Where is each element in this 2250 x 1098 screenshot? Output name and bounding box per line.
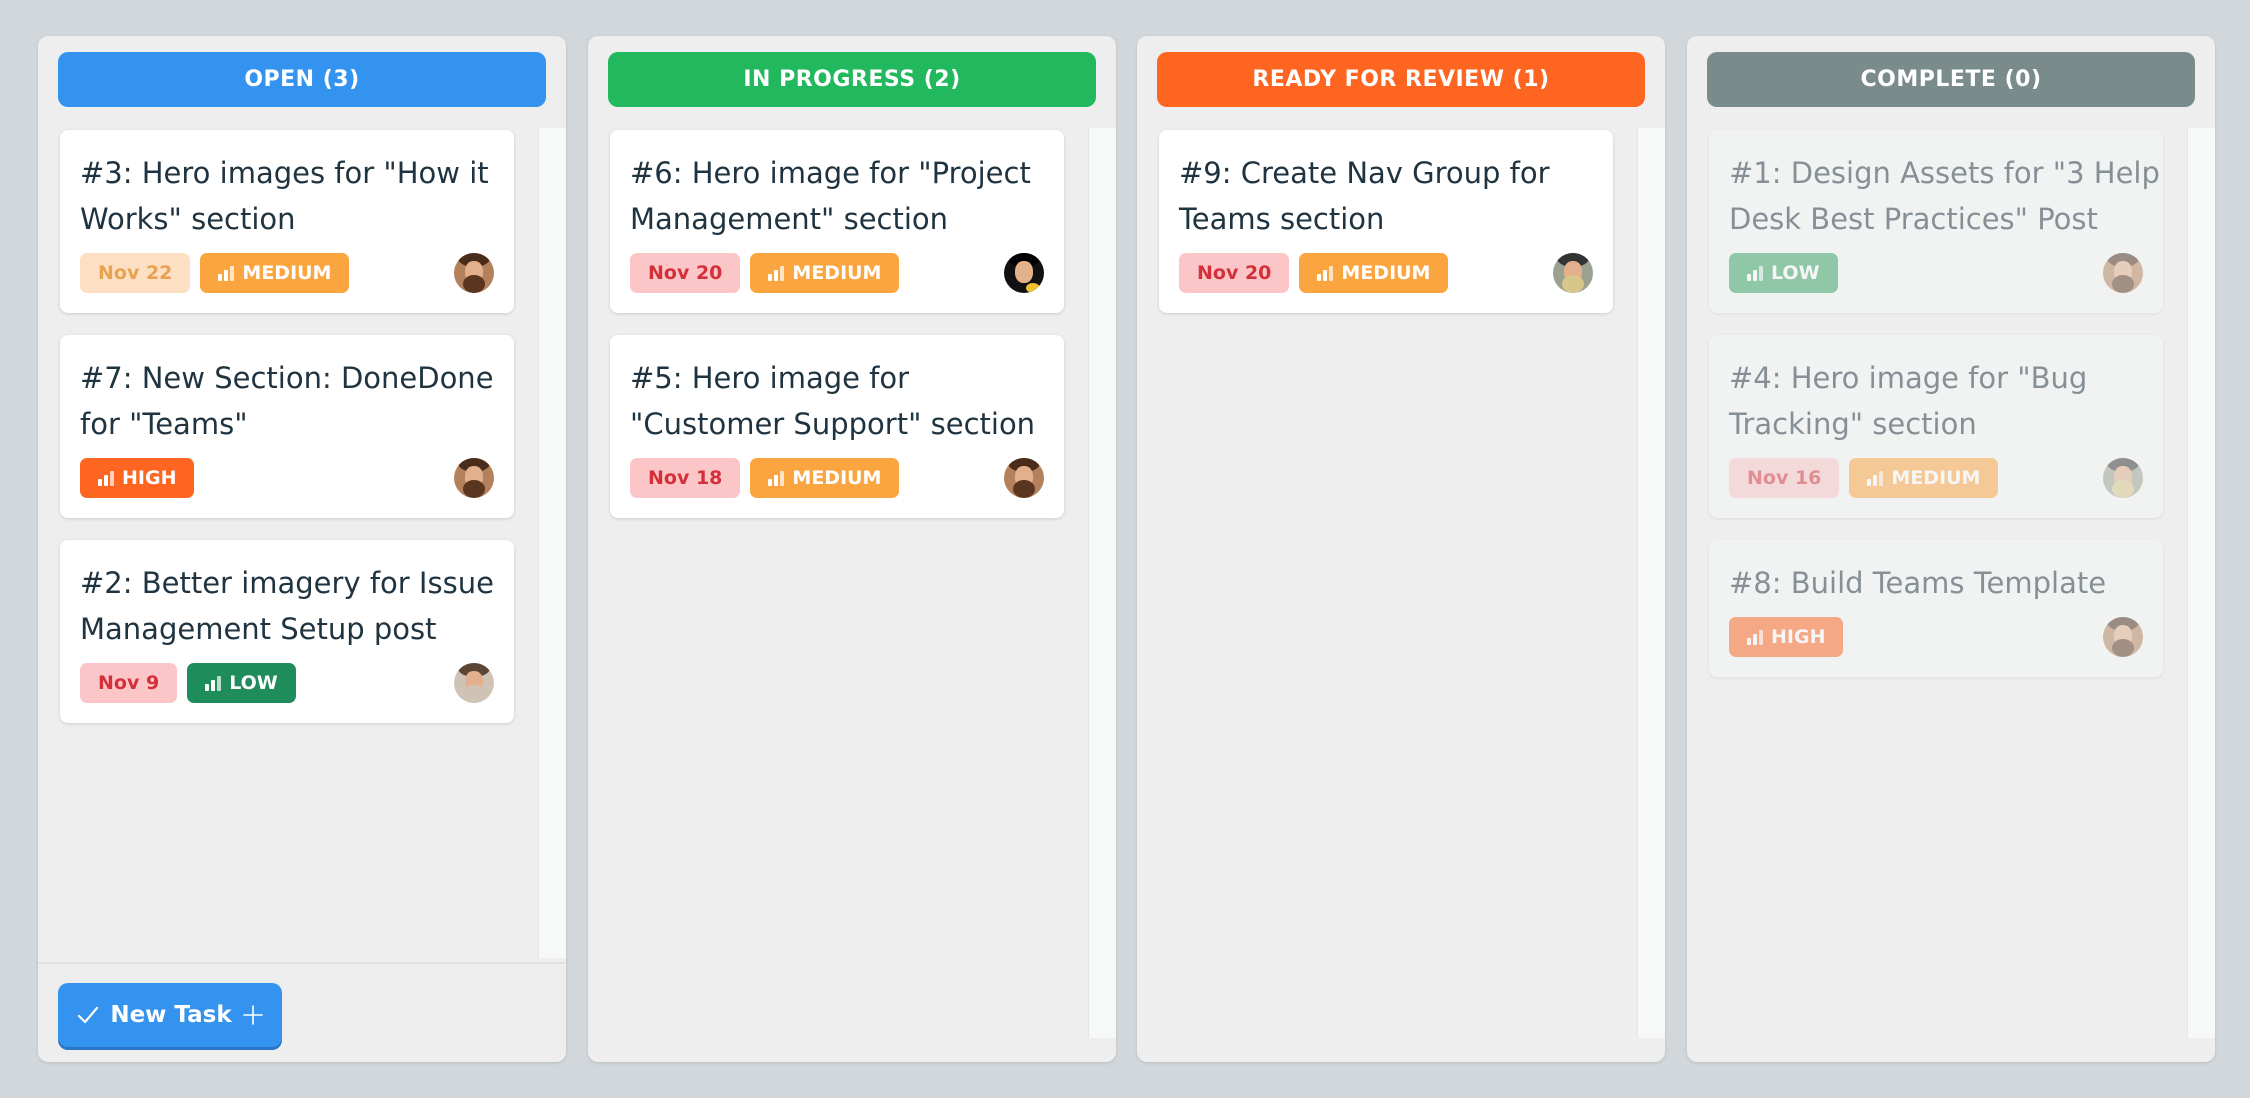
assignee-avatar[interactable] [2103, 617, 2143, 657]
column-in-progress: IN PROGRESS (2) #6: Hero image for "Proj… [588, 36, 1116, 1062]
priority-badge[interactable]: MEDIUM [750, 253, 900, 293]
card-meta: Nov 20 MEDIUM [630, 253, 1044, 293]
card-title: #8: Build Teams Template [1729, 566, 2107, 600]
column-header-in-progress[interactable]: IN PROGRESS (2) [608, 52, 1096, 107]
signal-bars-icon [205, 675, 222, 691]
signal-bars-icon [768, 470, 785, 486]
plus-icon [242, 1005, 263, 1025]
column-scrollbar[interactable] [1088, 128, 1116, 1038]
card-meta: Nov 18 MEDIUM [630, 458, 1044, 498]
priority-badge[interactable]: HIGH [80, 458, 195, 498]
priority-label: MEDIUM [1341, 262, 1431, 284]
priority-label: MEDIUM [242, 262, 332, 284]
task-card-9[interactable]: #9: Create Nav Group for Teams section N… [1159, 130, 1613, 313]
column-open: OPEN (3) #3: Hero images for "How it Wor… [38, 36, 566, 1062]
new-task-label: New Task [110, 1002, 232, 1028]
checkmark-icon [78, 1006, 99, 1024]
due-date-badge: Nov 20 [1179, 253, 1290, 293]
priority-badge[interactable]: MEDIUM [1849, 458, 1999, 498]
task-card-8[interactable]: #8: Build Teams Template HIGH [1709, 540, 2163, 677]
column-header-complete[interactable]: COMPLETE (0) [1707, 52, 2195, 107]
card-title: #3: Hero images for "How it [80, 156, 489, 190]
signal-bars-icon [1317, 265, 1334, 281]
due-date-badge: Nov 16 [1729, 458, 1840, 498]
signal-bars-icon [1867, 470, 1884, 486]
column-complete: COMPLETE (0) #1: Design Assets for "3 He… [1687, 36, 2215, 1062]
task-card-2[interactable]: #2: Better imagery for Issue Management … [60, 540, 514, 723]
column-ready-for-review: READY FOR REVIEW (1) #9: Create Nav Grou… [1137, 36, 1665, 1062]
task-card-3[interactable]: #3: Hero images for "How it Works" secti… [60, 130, 514, 313]
due-date-badge: Nov 20 [630, 253, 741, 293]
task-card-7[interactable]: #7: New Section: DoneDone for "Teams" HI… [60, 335, 514, 518]
priority-badge[interactable]: LOW [187, 663, 296, 703]
card-title: #2: Better imagery for Issue [80, 566, 494, 600]
assignee-avatar[interactable] [2103, 253, 2143, 293]
card-meta: Nov 9 LOW [80, 663, 494, 703]
card-title: "Customer Support" section [630, 407, 1036, 441]
signal-bars-icon [768, 265, 785, 281]
new-task-button[interactable]: New Task [58, 983, 282, 1047]
assignee-avatar[interactable] [1553, 253, 1593, 293]
card-title: Management Setup post [80, 612, 437, 646]
priority-badge[interactable]: HIGH [1729, 617, 1844, 657]
priority-label: HIGH [1771, 626, 1826, 648]
card-title: for "Teams" [80, 407, 248, 441]
card-meta: Nov 20 MEDIUM [1179, 253, 1593, 293]
column-scrollbar[interactable] [1637, 128, 1665, 1038]
priority-label: MEDIUM [792, 467, 882, 489]
task-card-1[interactable]: #1: Design Assets for "3 Help Desk Best … [1709, 130, 2163, 313]
card-meta: HIGH [80, 458, 494, 498]
priority-label: MEDIUM [1891, 467, 1981, 489]
card-title: Management" section [630, 202, 949, 236]
card-title: #5: Hero image for [630, 361, 910, 395]
card-title: #4: Hero image for "Bug [1729, 361, 2088, 395]
column-header-ready-for-review[interactable]: READY FOR REVIEW (1) [1157, 52, 1645, 107]
due-date-badge: Nov 22 [80, 253, 191, 293]
signal-bars-icon [1747, 629, 1763, 645]
priority-label: LOW [1771, 262, 1820, 284]
due-date-badge: Nov 9 [80, 663, 178, 703]
card-meta: LOW [1729, 253, 2143, 293]
card-title: #1: Design Assets for "3 Help [1729, 156, 2160, 190]
signal-bars-icon [98, 470, 114, 486]
card-title: Works" section [80, 202, 296, 236]
kanban-board: OPEN (3) #3: Hero images for "How it Wor… [0, 0, 2250, 1098]
signal-bars-icon [218, 265, 235, 281]
priority-badge[interactable]: MEDIUM [750, 458, 900, 498]
card-title: Teams section [1179, 202, 1385, 236]
task-card-4[interactable]: #4: Hero image for "Bug Tracking" sectio… [1709, 335, 2163, 518]
priority-badge[interactable]: MEDIUM [1299, 253, 1449, 293]
task-card-5[interactable]: #5: Hero image for "Customer Support" se… [610, 335, 1064, 518]
card-meta: Nov 22 MEDIUM [80, 253, 494, 293]
signal-bars-icon [1747, 265, 1763, 281]
column-scrollbar[interactable] [2187, 128, 2215, 1038]
column-scrollbar[interactable] [538, 128, 566, 958]
assignee-avatar[interactable] [454, 458, 494, 498]
priority-label: HIGH [122, 467, 177, 489]
card-meta: Nov 16 MEDIUM [1729, 458, 2143, 498]
card-meta: HIGH [1729, 617, 2143, 657]
assignee-avatar[interactable] [1004, 458, 1044, 498]
card-title: #9: Create Nav Group for [1179, 156, 1550, 190]
column-footer: New Task [38, 962, 566, 1062]
priority-badge[interactable]: LOW [1729, 253, 1838, 293]
assignee-avatar[interactable] [454, 253, 494, 293]
priority-label: MEDIUM [792, 262, 882, 284]
assignee-avatar[interactable] [454, 663, 494, 703]
assignee-avatar[interactable] [1004, 253, 1044, 293]
card-title: Desk Best Practices" Post [1729, 202, 2098, 236]
card-title: #7: New Section: DoneDone [80, 361, 494, 395]
card-title: Tracking" section [1729, 407, 1977, 441]
task-card-6[interactable]: #6: Hero image for "Project Management" … [610, 130, 1064, 313]
column-header-open[interactable]: OPEN (3) [58, 52, 546, 107]
assignee-avatar[interactable] [2103, 458, 2143, 498]
due-date-badge: Nov 18 [630, 458, 741, 498]
priority-label: LOW [229, 672, 278, 694]
priority-badge[interactable]: MEDIUM [200, 253, 350, 293]
card-title: #6: Hero image for "Project [630, 156, 1031, 190]
